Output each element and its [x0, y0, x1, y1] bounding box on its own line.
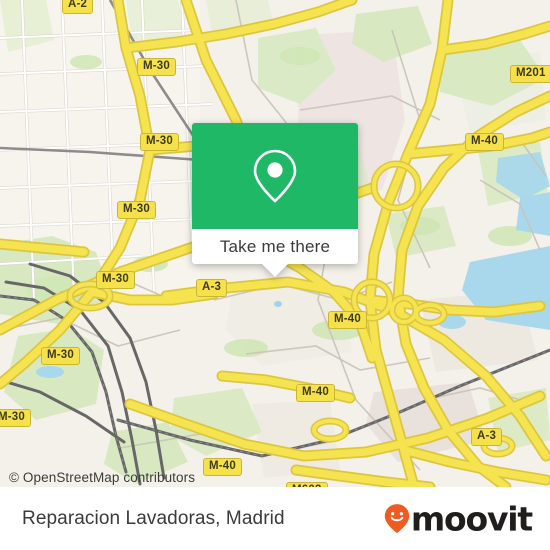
- highway-shield: A-2: [62, 0, 94, 15]
- location-callout-card[interactable]: Take me there: [192, 123, 358, 277]
- highway-shield: A-3: [471, 428, 503, 447]
- place-name-label: Reparacion Lavadoras, Madrid: [22, 507, 285, 529]
- callout-pointer: [262, 264, 288, 277]
- highway-shield: M-40: [465, 133, 505, 152]
- callout-icon-area: [192, 123, 358, 229]
- osm-attribution[interactable]: © OpenStreetMap contributors: [9, 470, 195, 485]
- highway-shield: M-40: [328, 311, 368, 330]
- take-me-there-label: Take me there: [219, 236, 331, 256]
- moovit-brand[interactable]: moovit: [384, 499, 533, 538]
- highway-shield: M-30: [137, 58, 177, 77]
- take-me-there-button[interactable]: Take me there: [192, 229, 358, 264]
- map-pin-icon: [253, 149, 297, 203]
- highway-shield: M-30: [0, 409, 32, 428]
- highway-shield: M-30: [140, 133, 180, 152]
- highway-shield: M-30: [41, 347, 81, 366]
- highway-shield: A-3: [196, 279, 228, 298]
- moovit-wordmark: moovit: [410, 499, 533, 538]
- footer-bar: Reparacion Lavadoras, Madrid moovit: [0, 487, 550, 550]
- highway-shield: M-40: [203, 458, 243, 477]
- moovit-smiley-pin-icon: [384, 504, 410, 534]
- highway-shield: M201: [510, 65, 550, 84]
- highway-shield: M-40: [296, 384, 336, 403]
- highway-shield: M-30: [96, 271, 136, 290]
- highway-shield: M-30: [117, 201, 157, 220]
- map-canvas[interactable]: A-2 M-30 M-30 M-30 M-30 M-30 M-30 M201 M-40 A-3 M-…: [0, 0, 550, 487]
- app-screen: A-2 M-30 M-30 M-30 M-30 M-30 M-30 M201 M-40 A-3 M-…: [0, 0, 550, 550]
